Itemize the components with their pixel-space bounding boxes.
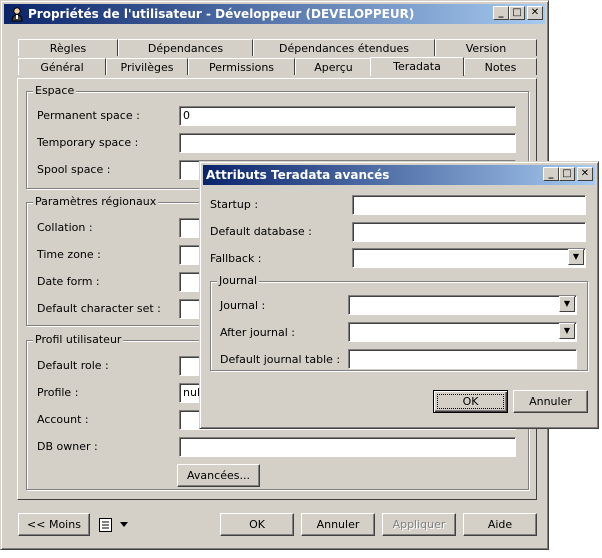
default-journal-table-input[interactable]: [348, 349, 577, 369]
dialog-title: Attributs Teradata avancés: [206, 168, 390, 182]
main-window-title: Propriétés de l'utilisateur - Développeu…: [28, 7, 415, 21]
apply-button[interactable]: Appliquer: [382, 513, 456, 536]
permanent-space-input[interactable]: 0: [179, 106, 516, 126]
teradata-advanced-dialog: Attributs Teradata avancés _ □ ✕ Startup…: [199, 161, 599, 429]
dialog-cancel-button[interactable]: Annuler: [513, 390, 588, 413]
fallback-label: Fallback :: [210, 252, 262, 265]
temporary-space-label: Temporary space :: [37, 136, 139, 149]
timezone-label: Time zone :: [37, 248, 101, 261]
default-journal-table-label: Default journal table :: [220, 353, 341, 366]
journal-label: Journal :: [220, 299, 266, 312]
tab-general[interactable]: Général: [18, 58, 106, 75]
dateform-label: Date form :: [37, 275, 100, 288]
collation-label: Collation :: [37, 221, 93, 234]
advanced-button[interactable]: Avancées...: [177, 464, 260, 487]
dialog-ok-button[interactable]: OK: [433, 390, 508, 413]
default-role-label: Default role :: [37, 359, 109, 372]
after-journal-select[interactable]: [348, 322, 577, 342]
default-database-label: Default database :: [210, 225, 312, 238]
journal-select[interactable]: [348, 295, 577, 315]
tab-regles[interactable]: Règles: [18, 39, 118, 56]
temporary-space-input[interactable]: [179, 133, 516, 153]
after-journal-dropdown-icon[interactable]: ▼: [559, 323, 575, 339]
fallback-dropdown-icon[interactable]: ▼: [568, 249, 584, 265]
minimize-icon[interactable]: _: [493, 6, 509, 20]
dialog-minimize-icon[interactable]: _: [543, 167, 559, 181]
maximize-icon[interactable]: □: [509, 6, 525, 20]
tab-privileges[interactable]: Privilèges: [106, 58, 188, 75]
tab-dependances[interactable]: Dépendances: [118, 39, 253, 56]
main-window-controls: _ □ ✕: [493, 6, 543, 20]
tab-dependances-etendues[interactable]: Dépendances étendues: [253, 39, 435, 56]
tab-permissions[interactable]: Permissions: [188, 58, 295, 75]
focus-ring: [437, 394, 504, 409]
tab-version[interactable]: Version: [435, 39, 537, 56]
default-database-input[interactable]: [352, 222, 586, 242]
user-icon: [11, 7, 23, 22]
startup-input[interactable]: [352, 195, 586, 215]
dialog-close-icon[interactable]: ✕: [577, 167, 593, 181]
list-icon: [99, 518, 112, 532]
journal-legend: Journal: [217, 274, 260, 287]
spool-space-label: Spool space :: [37, 163, 111, 176]
profile-label: Profile :: [37, 386, 79, 399]
ok-button[interactable]: OK: [220, 513, 294, 536]
account-label: Account :: [37, 413, 89, 426]
permanent-space-label: Permanent space :: [37, 109, 140, 122]
regional-legend: Paramètres régionaux: [33, 195, 159, 208]
startup-label: Startup :: [210, 198, 259, 211]
tab-notes[interactable]: Notes: [464, 58, 537, 75]
main-title-bar[interactable]: Propriétés de l'utilisateur - Développeu…: [4, 4, 545, 24]
journal-group: Journal Journal : ▼ After journal : ▼ De…: [210, 274, 588, 371]
dropdown-arrow-icon: [120, 522, 128, 527]
close-icon[interactable]: ✕: [527, 6, 543, 20]
help-button[interactable]: Aide: [463, 513, 537, 536]
cancel-button[interactable]: Annuler: [301, 513, 375, 536]
fallback-select[interactable]: [352, 248, 586, 268]
after-journal-label: After journal :: [220, 326, 295, 339]
dialog-maximize-icon[interactable]: □: [559, 167, 575, 181]
db-owner-label: DB owner :: [37, 440, 98, 453]
charset-label: Default character set :: [37, 302, 161, 315]
db-owner-input[interactable]: [179, 437, 516, 457]
profile-legend: Profil utilisateur: [33, 333, 124, 346]
tab-apercu[interactable]: Aperçu: [295, 58, 372, 75]
less-button[interactable]: << Moins: [18, 513, 90, 536]
espace-legend: Espace: [33, 84, 77, 97]
list-options-control[interactable]: [96, 516, 132, 534]
dialog-title-bar[interactable]: Attributs Teradata avancés _ □ ✕: [203, 165, 595, 185]
journal-dropdown-icon[interactable]: ▼: [559, 296, 575, 312]
dialog-window-controls: _ □ ✕: [543, 167, 593, 181]
tab-teradata[interactable]: Teradata: [370, 57, 464, 76]
